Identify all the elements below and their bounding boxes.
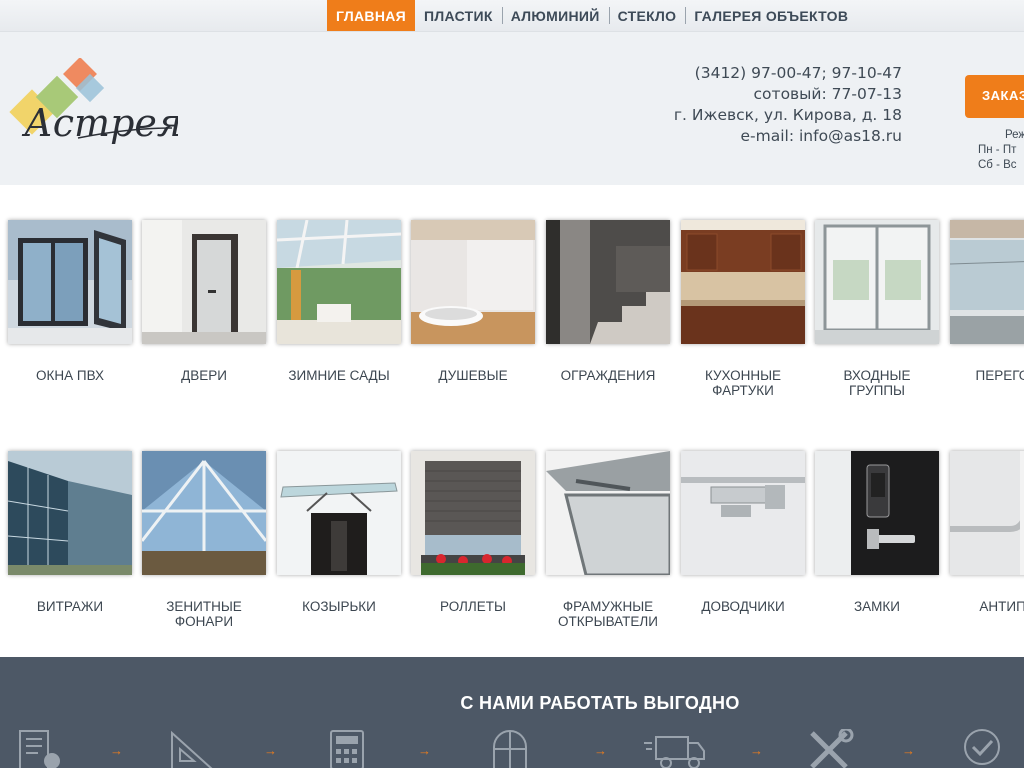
railing-photo xyxy=(546,220,670,344)
arrow-icon: → xyxy=(750,743,763,758)
nav-item-glass[interactable]: СТЕКЛО xyxy=(608,0,686,31)
calculator-icon xyxy=(329,729,365,768)
arrow-icon: → xyxy=(418,743,431,758)
nav-item-home[interactable]: ГЛАВНАЯ xyxy=(327,0,416,31)
category-roller-shutters[interactable]: РОЛЛЕТЫ xyxy=(411,451,535,614)
canopy-photo xyxy=(277,451,401,575)
arrow-icon: → xyxy=(594,743,607,758)
shower-photo xyxy=(411,220,535,344)
partition-photo xyxy=(950,220,1024,344)
address: г. Ижевск, ул. Кирова, д. 18 xyxy=(673,106,902,124)
working-hours: Реж Пн - Пт Сб - Вс xyxy=(978,128,1024,173)
checklist-icon xyxy=(18,729,62,768)
benefits-band: С НАМИ РАБОТАТЬ ВЫГОДНО → → → → → → xyxy=(0,657,1024,768)
logo[interactable]: Астрея xyxy=(8,57,182,148)
category-showers[interactable]: ДУШЕВЫЕ xyxy=(411,220,535,383)
category-label: ДУШЕВЫЕ xyxy=(438,368,508,383)
category-label: КУХОННЫЕ ФАРТУКИ xyxy=(704,368,782,398)
category-winter-gardens[interactable]: ЗИМНИЕ САДЫ xyxy=(277,220,401,383)
nav-item-gallery[interactable]: ГАЛЕРЕЯ ОБЪЕКТОВ xyxy=(685,0,857,31)
category-label: ЗАМКИ xyxy=(854,599,900,614)
category-label: ПЕРЕГОРО xyxy=(975,368,1024,383)
category-label: ОГРАЖДЕНИЯ xyxy=(560,368,656,383)
nav-item-aluminium[interactable]: АЛЮМИНИЙ xyxy=(501,0,609,31)
quality-badge-icon xyxy=(961,729,1003,768)
lock-photo xyxy=(815,451,939,575)
hours-weekend: Сб - Вс xyxy=(978,159,1017,171)
email[interactable]: e-mail: info@as18.ru xyxy=(674,126,902,147)
mobile-phone[interactable]: сотовый: 77-07-13 xyxy=(674,84,902,105)
door-photo xyxy=(142,220,266,344)
category-door-closers[interactable]: ДОВОДЧИКИ xyxy=(681,451,805,614)
category-transom-openers[interactable]: ФРАМУЖНЫЕ ОТКРЫВАТЕЛИ xyxy=(546,451,670,629)
tools-icon xyxy=(804,727,854,768)
category-pvc-windows[interactable]: ОКНА ПВХ xyxy=(8,220,132,383)
category-canopies[interactable]: КОЗЫРЬКИ xyxy=(277,451,401,614)
panic-bar-photo xyxy=(950,451,1024,575)
top-navigation: ГЛАВНАЯ ПЛАСТИК АЛЮМИНИЙ СТЕКЛО ГАЛЕРЕЯ … xyxy=(0,0,1024,32)
category-railings[interactable]: ОГРАЖДЕНИЯ xyxy=(546,220,670,383)
skylight-photo xyxy=(142,451,266,575)
category-label: ДВЕРИ xyxy=(181,368,227,383)
category-label: ОКНА ПВХ xyxy=(36,368,104,383)
category-label: КОЗЫРЬКИ xyxy=(302,599,376,614)
category-label: ДОВОДЧИКИ xyxy=(701,599,785,614)
ruler-triangle-icon xyxy=(168,729,214,768)
category-entrance-groups[interactable]: ВХОДНЫЕ ГРУППЫ xyxy=(815,220,939,398)
category-stained-glass[interactable]: ВИТРАЖИ xyxy=(8,451,132,614)
category-doors[interactable]: ДВЕРИ xyxy=(142,220,266,383)
category-kitchen-backsplash[interactable]: КУХОННЫЕ ФАРТУКИ xyxy=(681,220,805,398)
hours-title: Реж xyxy=(1005,129,1024,141)
pvc-window-photo xyxy=(8,220,132,344)
arrow-icon: → xyxy=(264,743,277,758)
delivery-truck-icon xyxy=(644,729,706,768)
kitchen-backsplash-photo xyxy=(681,220,805,344)
winter-garden-photo xyxy=(277,220,401,344)
category-skylights[interactable]: ЗЕНИТНЫЕ ФОНАРИ xyxy=(142,451,266,629)
category-partitions[interactable]: ПЕРЕГОРО xyxy=(950,220,1024,383)
category-grid: ОКНА ПВХ ДВЕРИ ЗИМНИЕ САДЫ ДУШЕВЫЕ ОГРАЖ… xyxy=(0,185,1024,657)
category-label: ФРАМУЖНЫЕ ОТКРЫВАТЕЛИ xyxy=(558,599,658,629)
hours-weekdays: Пн - Пт xyxy=(978,144,1017,156)
site-header: Астрея (3412) 97-00-47; 97-10-47 сотовый… xyxy=(0,32,1024,185)
roller-shutter-photo xyxy=(411,451,535,575)
phone-numbers[interactable]: (3412) 97-00-47; 97-10-47 xyxy=(674,63,902,84)
category-label: РОЛЛЕТЫ xyxy=(440,599,506,614)
category-label: ЗЕНИТНЫЕ ФОНАРИ xyxy=(166,599,242,629)
benefits-title: С НАМИ РАБОТАТЬ ВЫГОДНО xyxy=(460,693,740,713)
category-label: АНТИПАН xyxy=(979,599,1024,614)
arrow-icon: → xyxy=(902,743,915,758)
nav-item-plastic[interactable]: ПЛАСТИК xyxy=(415,0,502,31)
category-locks[interactable]: ЗАМКИ xyxy=(815,451,939,614)
transom-opener-photo xyxy=(546,451,670,575)
entrance-photo xyxy=(815,220,939,344)
order-button[interactable]: ЗАКАЗ xyxy=(965,75,1024,118)
stained-glass-facade-photo xyxy=(8,451,132,575)
window-arch-icon xyxy=(491,729,529,768)
contact-info: (3412) 97-00-47; 97-10-47 сотовый: 77-07… xyxy=(674,63,902,147)
door-closer-photo xyxy=(681,451,805,575)
category-panic-bars[interactable]: АНТИПАН xyxy=(950,451,1024,614)
category-label: ЗИМНИЕ САДЫ xyxy=(288,368,390,383)
category-label: ВХОДНЫЕ ГРУППЫ xyxy=(843,368,911,398)
svg-text:Астрея: Астрея xyxy=(21,101,178,145)
category-label: ВИТРАЖИ xyxy=(36,599,104,614)
arrow-icon: → xyxy=(110,743,123,758)
